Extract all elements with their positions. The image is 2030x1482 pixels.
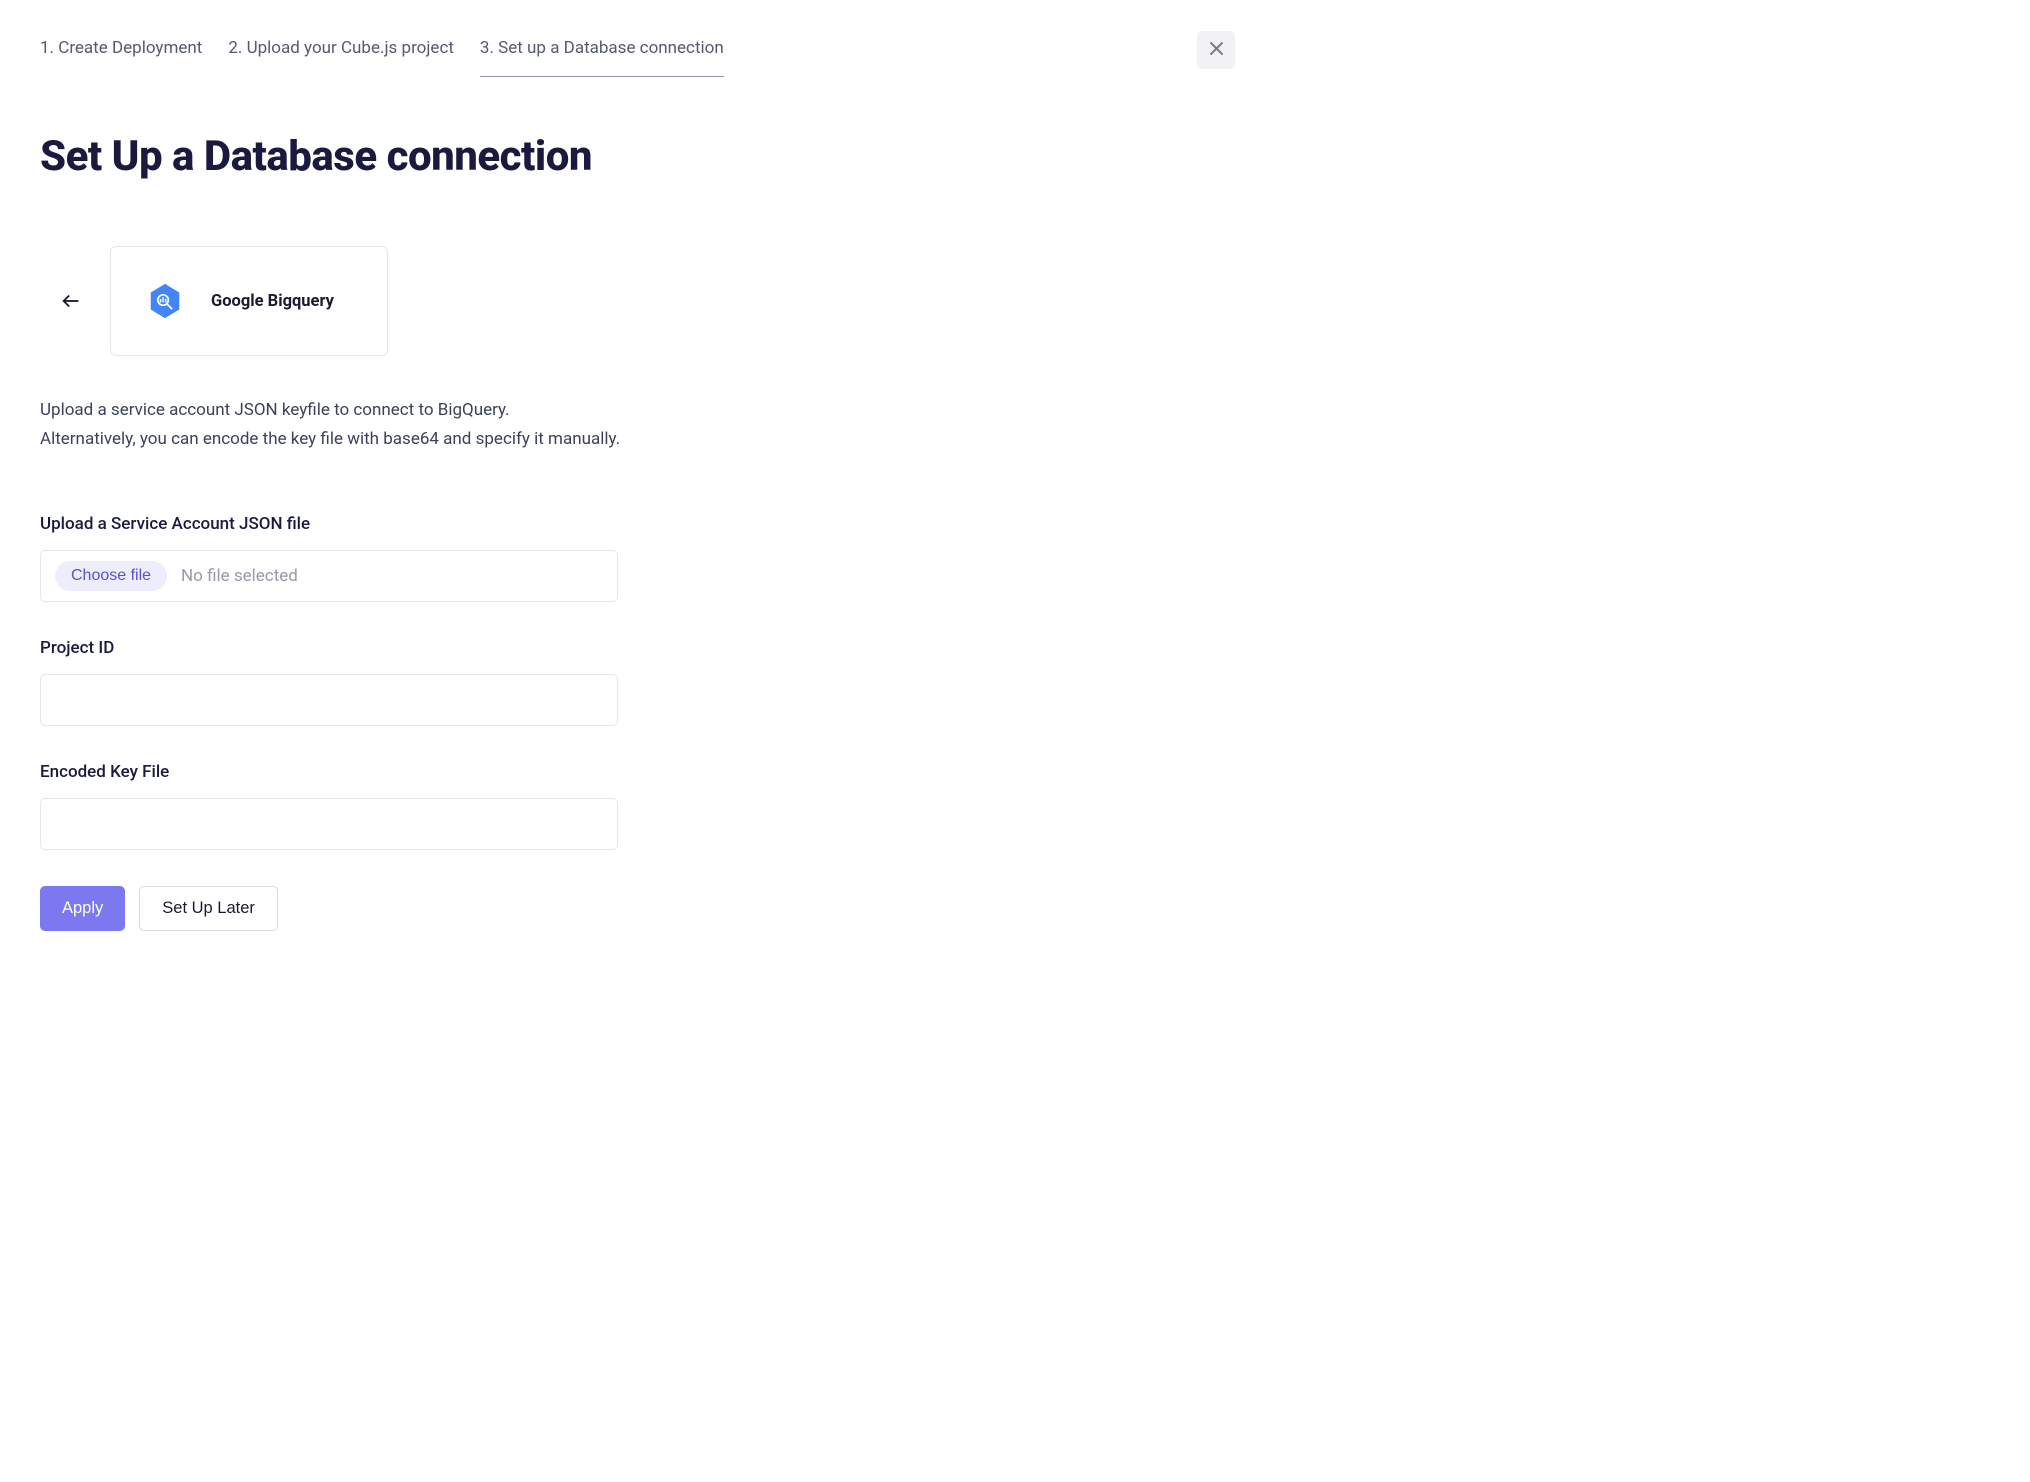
- back-button[interactable]: [60, 290, 82, 312]
- choose-file-button[interactable]: Choose file: [55, 561, 167, 591]
- instructions-line1: Upload a service account JSON keyfile to…: [40, 396, 1230, 425]
- close-icon: [1209, 40, 1224, 61]
- step-upload-project[interactable]: 2. Upload your Cube.js project: [228, 38, 454, 76]
- file-status-text: No file selected: [181, 566, 298, 586]
- project-id-input[interactable]: [40, 674, 618, 726]
- step-create-deployment[interactable]: 1. Create Deployment: [40, 38, 202, 76]
- encoded-key-input[interactable]: [40, 798, 618, 850]
- instructions-text: Upload a service account JSON keyfile to…: [40, 396, 1230, 454]
- instructions-line2: Alternatively, you can encode the key fi…: [40, 425, 1230, 454]
- setup-later-button[interactable]: Set Up Later: [139, 886, 278, 931]
- encoded-key-label: Encoded Key File: [40, 762, 1230, 782]
- setup-steps: 1. Create Deployment 2. Upload your Cube…: [40, 38, 724, 77]
- file-input-wrapper[interactable]: Choose file No file selected: [40, 550, 618, 602]
- page-title: Set Up a Database connection: [40, 132, 1230, 181]
- apply-button[interactable]: Apply: [40, 886, 125, 931]
- close-button[interactable]: [1197, 31, 1235, 69]
- upload-file-label: Upload a Service Account JSON file: [40, 514, 1230, 534]
- bigquery-icon: [145, 281, 185, 321]
- database-name: Google Bigquery: [211, 292, 334, 311]
- arrow-left-icon: [60, 290, 82, 312]
- step-setup-database[interactable]: 3. Set up a Database connection: [480, 38, 724, 77]
- project-id-label: Project ID: [40, 638, 1230, 658]
- database-card: Google Bigquery: [110, 246, 388, 356]
